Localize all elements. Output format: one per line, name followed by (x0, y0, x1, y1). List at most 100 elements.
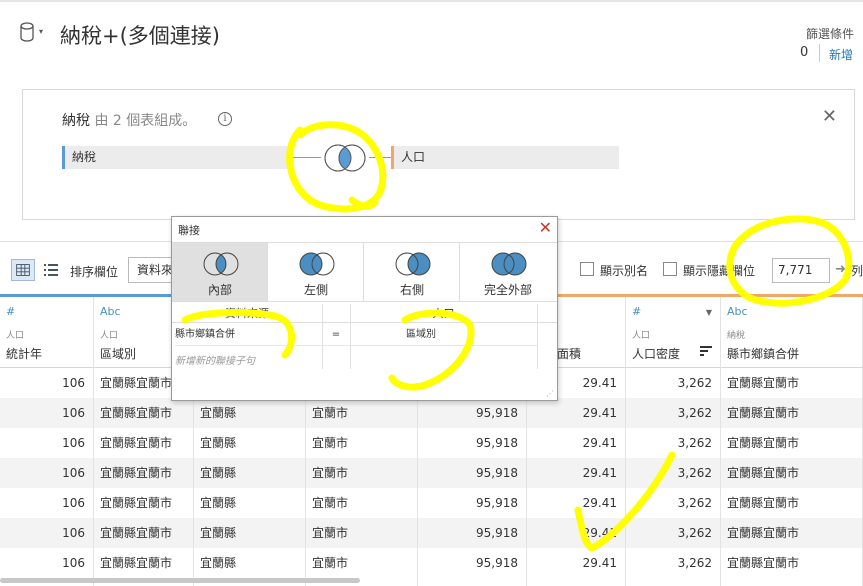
table-cell[interactable]: 106 (0, 428, 93, 458)
join-header-spacer (537, 304, 557, 323)
chevron-down-icon[interactable]: ▼ (706, 308, 712, 317)
database-icon[interactable] (20, 22, 36, 44)
table-cell[interactable]: 宜蘭縣宜蘭市 (721, 428, 862, 458)
table-cell[interactable]: 95,918 (418, 428, 526, 458)
table-cell[interactable]: 宜蘭縣宜蘭市 (94, 458, 193, 488)
table-cell[interactable]: 29.41 (527, 548, 625, 578)
table-cell[interactable]: 95,918 (418, 398, 526, 428)
table-cell[interactable]: 106 (0, 518, 93, 548)
join-canvas: 納稅 由 2 個表組成。 i ✕ 納稅 人口 (22, 89, 855, 220)
table-cell[interactable]: 3,262 (626, 398, 720, 428)
close-icon[interactable]: ✕ (539, 218, 552, 237)
string-type-icon[interactable]: Abc (100, 305, 121, 318)
join-type-full-outer[interactable]: 完全外部 (460, 243, 556, 301)
table-cell[interactable]: 宜蘭市 (306, 398, 417, 428)
grid-column: # 人口 統計年 106 106 106 106 106 106 106 (0, 297, 94, 586)
table-cell[interactable]: 宜蘭縣 (194, 428, 305, 458)
table-cell[interactable]: 106 (0, 368, 93, 398)
column-source: 納稅 (727, 331, 746, 341)
table-cell[interactable]: 95,918 (418, 518, 526, 548)
join-clause-right-field[interactable]: 區域別 (350, 324, 537, 346)
column-name[interactable]: 縣市鄉鎮合併 (727, 345, 799, 362)
number-type-icon[interactable]: # (6, 305, 15, 318)
number-type-icon[interactable]: # (632, 305, 641, 318)
table-cell[interactable]: 95,918 (418, 488, 526, 518)
inner-join-venn-icon[interactable] (320, 143, 370, 173)
column-header[interactable]: # 人口 統計年 (0, 297, 93, 368)
arrow-right-icon[interactable]: ➜ (835, 262, 846, 277)
column-source: 人口 (632, 331, 651, 341)
table-cell[interactable]: 3,262 (626, 428, 720, 458)
table-cell[interactable]: 3,262 (626, 548, 720, 578)
table-cell[interactable]: 宜蘭縣宜蘭市 (721, 458, 862, 488)
column-name[interactable]: 人口密度 (632, 345, 680, 362)
rows-input[interactable]: 7,771 (772, 258, 830, 283)
table-cell[interactable]: 宜蘭縣宜蘭市 (721, 368, 862, 398)
table-cell[interactable]: 宜蘭縣宜蘭市 (721, 488, 862, 518)
table-cell[interactable]: 宜蘭縣 (194, 548, 305, 578)
add-join-clause[interactable]: 新增新的聯接子句 (175, 352, 255, 367)
join-type-left[interactable]: 左側 (268, 243, 364, 301)
table-cell[interactable]: 3,262 (626, 518, 720, 548)
resize-grip-icon[interactable]: ⋰ (546, 389, 554, 398)
table-cell[interactable]: 宜蘭縣宜蘭市 (94, 518, 193, 548)
join-type-right[interactable]: 右側 (364, 243, 460, 301)
table-cell[interactable]: 宜蘭縣宜蘭市 (94, 428, 193, 458)
column-header[interactable]: Abc 納稅縣市鄉鎮合併 (721, 297, 862, 368)
chevron-down-icon[interactable]: ▾ (39, 27, 43, 36)
column-header[interactable]: # 人口人口密度 ▼ (626, 297, 720, 368)
grid-view-icon[interactable] (11, 259, 35, 281)
show-alias-checkbox[interactable] (580, 262, 594, 276)
rows-suffix: 列 (851, 264, 863, 278)
table-cell[interactable]: 宜蘭市 (306, 518, 417, 548)
join-clause-operator[interactable]: = (322, 324, 350, 346)
table-cell[interactable]: 宜蘭縣宜蘭市 (721, 518, 862, 548)
table-cell[interactable]: 宜蘭市 (306, 488, 417, 518)
list-view-icon[interactable] (40, 259, 62, 281)
table-cell[interactable]: 宜蘭市 (306, 458, 417, 488)
table-cell[interactable]: 宜蘭縣 (194, 398, 305, 428)
table-cell[interactable]: 宜蘭縣宜蘭市 (721, 548, 862, 578)
table-cell[interactable]: 宜蘭縣 (194, 488, 305, 518)
table-cell[interactable]: 29.41 (527, 488, 625, 518)
sort-icon[interactable] (700, 345, 712, 357)
table-cell[interactable]: 3,262 (626, 488, 720, 518)
table-cell[interactable]: 宜蘭縣 (194, 518, 305, 548)
table-cell[interactable]: 宜蘭縣宜蘭市 (94, 548, 193, 578)
table-cell[interactable]: 宜蘭縣宜蘭市 (721, 398, 862, 428)
data-source-title[interactable]: 納稅+(多個連接) (60, 20, 220, 50)
close-icon[interactable]: ✕ (822, 106, 837, 127)
join-column-divider (322, 304, 323, 369)
join-connector-left (287, 157, 321, 158)
table-pill-right[interactable]: 人口 (391, 146, 619, 169)
table-cell[interactable]: 3,262 (626, 458, 720, 488)
column-name[interactable]: 區域別 (100, 345, 136, 362)
horizontal-scrollbar[interactable] (0, 578, 360, 583)
table-cell[interactable]: 106 (0, 398, 93, 428)
table-cell[interactable]: 宜蘭縣宜蘭市 (94, 398, 193, 428)
join-type-label: 完全外部 (483, 283, 532, 297)
table-cell[interactable]: 95,918 (418, 548, 526, 578)
add-filter-link[interactable]: 新增 (829, 46, 853, 63)
show-hidden-checkbox[interactable] (663, 262, 677, 276)
table-cell[interactable]: 29.41 (527, 398, 625, 428)
table-cell[interactable]: 29.41 (527, 518, 625, 548)
table-cell[interactable]: 106 (0, 488, 93, 518)
table-cell[interactable]: 宜蘭縣宜蘭市 (94, 488, 193, 518)
table-cell[interactable]: 29.41 (527, 428, 625, 458)
table-cell[interactable]: 宜蘭市 (306, 548, 417, 578)
table-cell[interactable]: 106 (0, 548, 93, 578)
table-cell[interactable]: 宜蘭縣 (194, 458, 305, 488)
join-type-label: 右側 (399, 283, 424, 297)
table-cell[interactable]: 宜蘭市 (306, 428, 417, 458)
table-cell[interactable]: 95,918 (418, 458, 526, 488)
join-clause-left-field[interactable]: 縣市鄉鎮合併 (175, 324, 322, 346)
table-pill-left[interactable]: 納稅 (62, 146, 287, 169)
join-type-inner[interactable]: 內部 (172, 243, 268, 301)
table-cell[interactable]: 106 (0, 458, 93, 488)
table-cell[interactable]: 29.41 (527, 458, 625, 488)
string-type-icon[interactable]: Abc (727, 305, 748, 318)
column-name[interactable]: 統計年 (6, 345, 42, 362)
table-cell[interactable]: 3,262 (626, 368, 720, 398)
info-icon[interactable]: i (218, 112, 232, 126)
